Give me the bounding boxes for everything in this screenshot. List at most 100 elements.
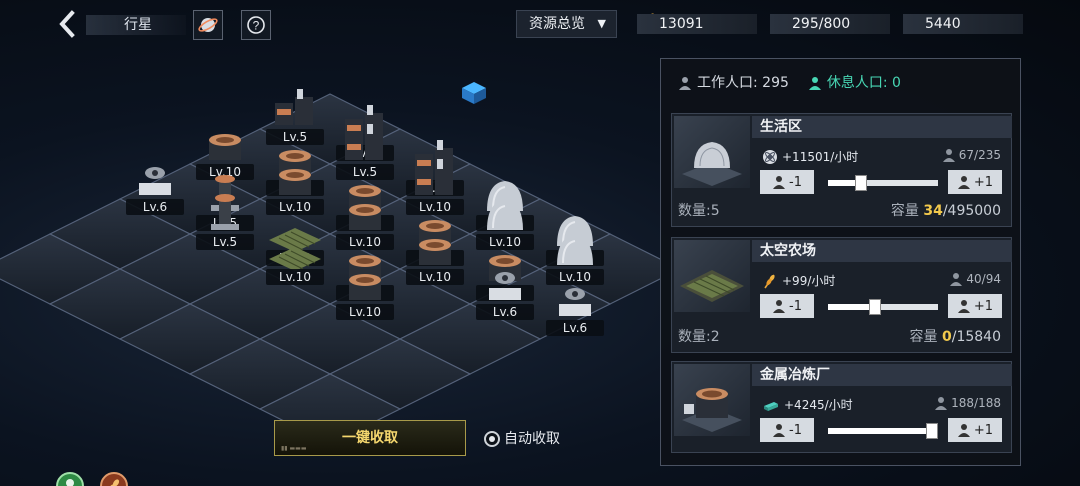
worker-boost-button[interactable] — [56, 472, 84, 486]
factory-icon — [415, 159, 453, 195]
add-worker-button[interactable]: +1 — [948, 170, 1002, 194]
dome-building[interactable] — [547, 219, 603, 275]
radar-building[interactable] — [477, 254, 533, 310]
storage-current: 0 — [941, 329, 952, 345]
factory-building[interactable] — [337, 114, 393, 170]
working-pop-label: 工作人口: 295 — [697, 75, 789, 91]
slider-knob[interactable] — [869, 299, 882, 315]
rate-value: +4245/小时 — [784, 398, 853, 412]
wheat-icon — [764, 274, 775, 288]
resources-overview-label: 资源总览 — [529, 16, 585, 32]
help-icon: ? — [247, 16, 265, 34]
storage-max: /495000 — [942, 203, 1001, 219]
dome-icon — [557, 235, 593, 265]
radar-building[interactable] — [547, 270, 603, 326]
storage-label: 容量 — [909, 329, 942, 345]
population-value: 295/800 — [792, 16, 851, 32]
workers-value: 40/94 — [966, 272, 1001, 286]
worker-slider[interactable] — [828, 299, 938, 315]
building-level-label: Lv.10 — [266, 269, 324, 285]
collect-all-label: 一键收取 — [342, 430, 398, 446]
smelter-icon — [279, 169, 311, 195]
smelter-icon — [419, 239, 451, 265]
resting-pop-label: 休息人口: 0 — [826, 75, 901, 91]
plus-label: +1 — [973, 422, 994, 438]
living-quarters-thumbnail — [674, 116, 750, 188]
building-card-living-quarters[interactable]: 生活区 +11501/小时 67/235 -1 +1 数量:5 容量 34/49… — [671, 113, 1012, 227]
storage-max: /15840 — [951, 329, 1001, 345]
radar-icon — [489, 272, 521, 300]
smelter-building[interactable] — [267, 149, 323, 205]
remove-worker-button[interactable]: -1 — [760, 418, 814, 442]
population-panel: 工作人口: 295 休息人口: 0 生活区 +11501/小时 67/235 -… — [660, 58, 1021, 466]
resting-population: 休息人口: 0 — [807, 73, 901, 93]
planet-button[interactable] — [193, 10, 223, 40]
smelter-building[interactable] — [337, 184, 393, 240]
resting-worker-icon — [808, 77, 821, 90]
building-count: 数量:5 — [678, 203, 720, 219]
floating-cube — [462, 82, 486, 104]
worker-slider[interactable] — [828, 175, 938, 191]
slider-fill — [828, 428, 938, 434]
worker-icon — [957, 300, 970, 313]
svg-text:?: ? — [253, 19, 260, 33]
factory-building[interactable] — [267, 79, 323, 135]
add-worker-button[interactable]: +1 — [948, 418, 1002, 442]
auto-collect-toggle[interactable]: 自动收取 — [484, 430, 560, 448]
remove-worker-button[interactable]: -1 — [760, 294, 814, 318]
smelter-icon — [349, 204, 381, 230]
radar-building[interactable] — [127, 149, 183, 205]
slider-knob[interactable] — [855, 175, 867, 191]
smelter-building[interactable] — [337, 254, 393, 310]
metal-value: 5440 — [925, 16, 961, 32]
tower-building[interactable] — [197, 184, 253, 240]
planet-map: Lv.5Lv.5Lv.5Lv.10Lv.10Lv.10Lv.10Lv.10Lv.… — [0, 48, 660, 486]
auto-collect-label: 自动收取 — [504, 431, 560, 447]
slider-knob[interactable] — [926, 423, 938, 439]
help-button[interactable]: ? — [241, 10, 271, 40]
building-count: 数量:2 — [678, 329, 720, 345]
space-farm-thumbnail — [674, 240, 750, 312]
building-card-metal-smelter[interactable]: 金属冶炼厂 +4245/小时 188/188 -1 +1 — [671, 361, 1012, 453]
production-rate: +99/小时 — [762, 272, 835, 289]
workers-value: 188/188 — [951, 396, 1001, 410]
remove-worker-button[interactable]: -1 — [760, 170, 814, 194]
person-icon — [66, 479, 74, 486]
smelter-building[interactable] — [197, 114, 253, 170]
worker-icon — [773, 424, 786, 437]
worker-slider[interactable] — [828, 423, 938, 439]
collect-all-button[interactable]: 一键收取 ▮▮ ▬▬▬ — [274, 420, 466, 456]
building-level-label: Lv.10 — [336, 304, 394, 320]
farm-icon — [269, 247, 321, 271]
assigned-workers: 188/188 — [934, 396, 1001, 410]
storage-label: 容量 — [890, 203, 924, 219]
storage-capacity: 容量 0/15840 — [910, 326, 1001, 346]
building-card-space-farm[interactable]: 太空农场 +99/小时 40/94 -1 +1 数量:2 容量 0/15840 — [671, 237, 1012, 353]
button-decoration: ▮▮ ▬▬▬ — [281, 445, 307, 452]
radar-icon — [559, 288, 591, 316]
production-rate: +4245/小时 — [762, 396, 853, 413]
assigned-workers: 67/235 — [942, 148, 1001, 162]
building-level-label: Lv.10 — [406, 269, 464, 285]
minus-label: -1 — [789, 422, 802, 438]
atom-icon — [763, 149, 777, 164]
smelter-building[interactable] — [407, 219, 463, 275]
harvest-boost-button[interactable] — [100, 472, 128, 486]
back-arrow-icon — [59, 10, 75, 38]
building-level-label: Lv.6 — [546, 320, 604, 336]
radio-selected-icon[interactable] — [484, 431, 500, 447]
worker-icon — [773, 176, 786, 189]
worker-icon — [950, 273, 963, 286]
building-level-label: Lv.6 — [476, 304, 534, 320]
plus-label: +1 — [973, 174, 994, 190]
factory-icon — [345, 124, 383, 160]
add-worker-button[interactable]: +1 — [948, 294, 1002, 318]
rate-value: +99/小时 — [782, 274, 836, 288]
back-button[interactable] — [56, 10, 80, 38]
minus-label: -1 — [789, 174, 802, 190]
factory-building[interactable] — [407, 149, 463, 205]
farm-building[interactable] — [267, 219, 323, 275]
dome-building[interactable] — [477, 184, 533, 240]
resources-overview-dropdown[interactable]: 资源总览 ▼ — [516, 10, 617, 38]
smelter-icon — [209, 134, 241, 160]
